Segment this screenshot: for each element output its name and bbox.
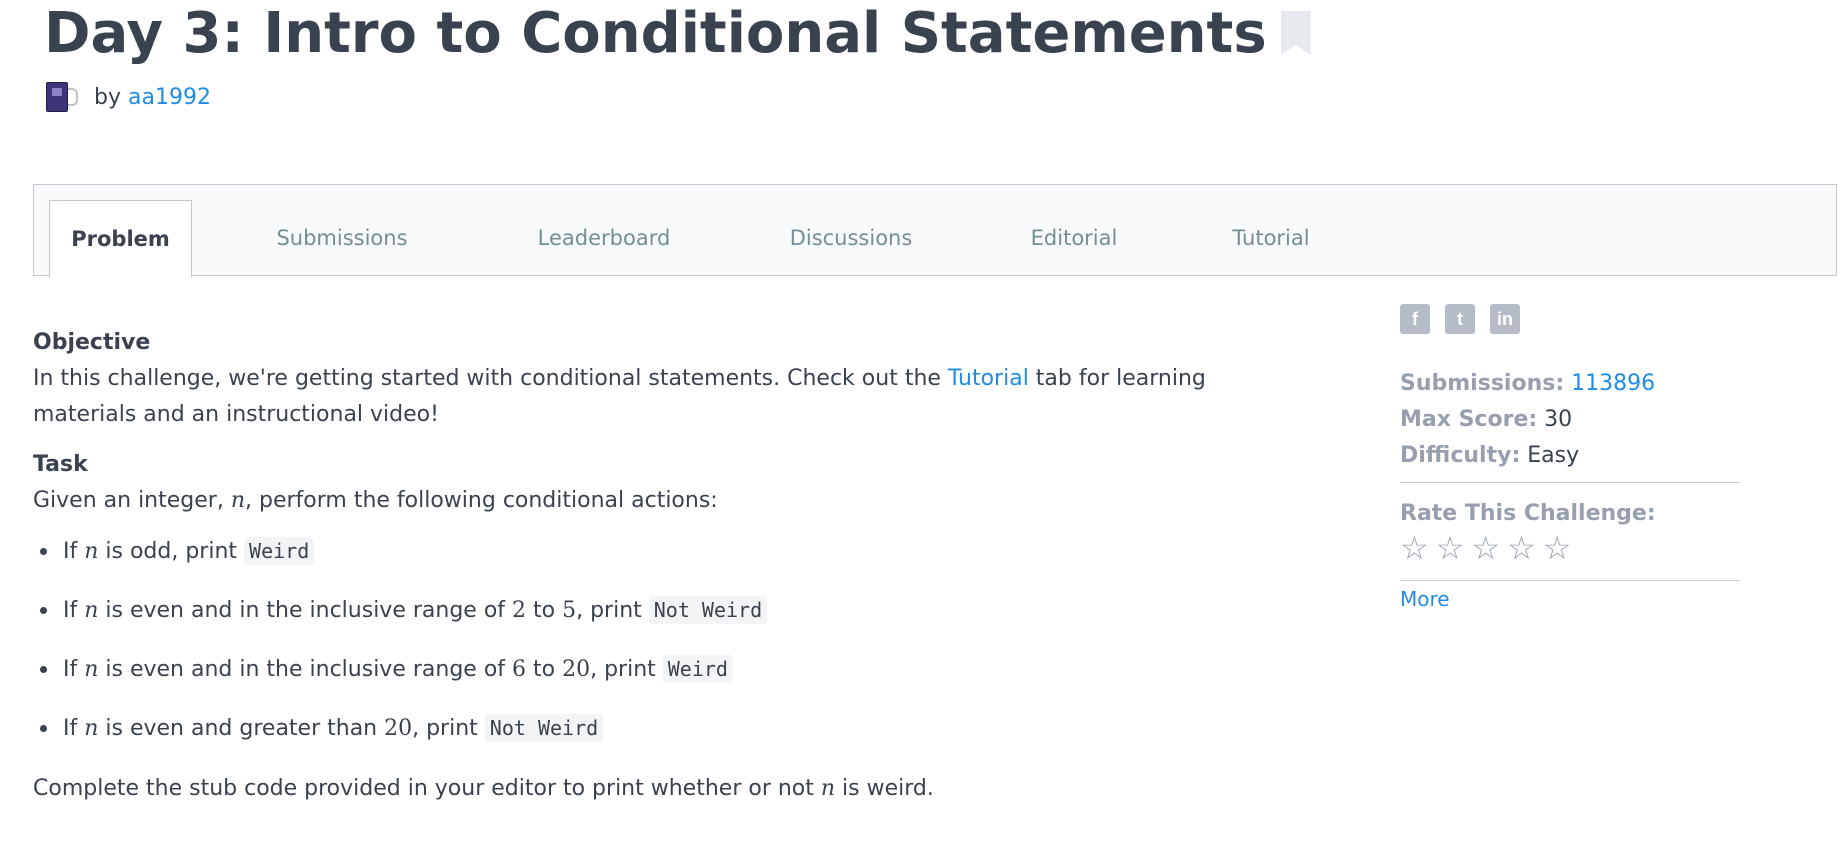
rate-label: Rate This Challenge: bbox=[1400, 501, 1656, 526]
tab-tutorial[interactable]: Tutorial bbox=[1191, 199, 1351, 277]
author-line: by aa1992 bbox=[44, 80, 211, 114]
list-item: If n is even and greater than 20, print … bbox=[33, 710, 1303, 769]
star-icon[interactable]: ☆ bbox=[1543, 530, 1572, 566]
star-icon[interactable]: ☆ bbox=[1436, 530, 1465, 566]
submissions-count-link[interactable]: 113896 bbox=[1571, 371, 1655, 396]
facebook-icon[interactable]: f bbox=[1400, 304, 1430, 334]
difficulty-stat: Difficulty: Easy bbox=[1400, 443, 1580, 468]
star-icon[interactable]: ☆ bbox=[1400, 530, 1429, 566]
list-item: If n is even and in the inclusive range … bbox=[33, 651, 1303, 710]
page-title: Day 3: Intro to Conditional Statements bbox=[44, 2, 1311, 66]
tab-problem[interactable]: Problem bbox=[49, 200, 192, 278]
objective-text: In this challenge, we're getting started… bbox=[33, 366, 1206, 427]
tab-discussions[interactable]: Discussions bbox=[771, 199, 931, 277]
max-score-stat: Max Score: 30 bbox=[1400, 407, 1573, 432]
task-heading: Task bbox=[33, 452, 88, 477]
submissions-stat: Submissions: 113896 bbox=[1400, 371, 1656, 396]
sidebar: f t in Submissions: 113896 Max Score: 30… bbox=[1400, 304, 1740, 611]
rating-stars: ☆ ☆ ☆ ☆ ☆ bbox=[1400, 530, 1740, 566]
tutorial-link[interactable]: Tutorial bbox=[948, 366, 1029, 391]
divider bbox=[1400, 580, 1740, 581]
tab-editorial[interactable]: Editorial bbox=[994, 199, 1154, 277]
task-text: Given an integer, n, perform the followi… bbox=[33, 488, 718, 513]
avatar[interactable] bbox=[44, 80, 78, 114]
list-item: If n is odd, print Weird bbox=[33, 533, 1303, 592]
star-icon[interactable]: ☆ bbox=[1471, 530, 1500, 566]
problem-statement: Objective In this challenge, we're getti… bbox=[33, 325, 1303, 821]
complete-text: Complete the stub code provided in your … bbox=[33, 776, 934, 801]
by-label: by bbox=[94, 84, 121, 110]
list-item: If n is even and in the inclusive range … bbox=[33, 592, 1303, 651]
objective-heading: Objective bbox=[33, 330, 151, 355]
social-share: f t in bbox=[1400, 304, 1740, 334]
star-icon[interactable]: ☆ bbox=[1507, 530, 1536, 566]
author-link[interactable]: aa1992 bbox=[128, 85, 211, 110]
linkedin-icon[interactable]: in bbox=[1490, 304, 1520, 334]
tab-submissions[interactable]: Submissions bbox=[252, 199, 432, 277]
tab-leaderboard[interactable]: Leaderboard bbox=[524, 199, 684, 277]
twitter-icon[interactable]: t bbox=[1445, 304, 1475, 334]
rules-list: If n is odd, print Weird If n is even an… bbox=[33, 533, 1303, 769]
divider bbox=[1400, 482, 1740, 483]
bookmark-icon[interactable] bbox=[1280, 10, 1311, 55]
more-link[interactable]: More bbox=[1400, 587, 1450, 611]
tab-bar: Problem Submissions Leaderboard Discussi… bbox=[33, 184, 1837, 278]
page-title-text: Day 3: Intro to Conditional Statements bbox=[44, 1, 1267, 66]
